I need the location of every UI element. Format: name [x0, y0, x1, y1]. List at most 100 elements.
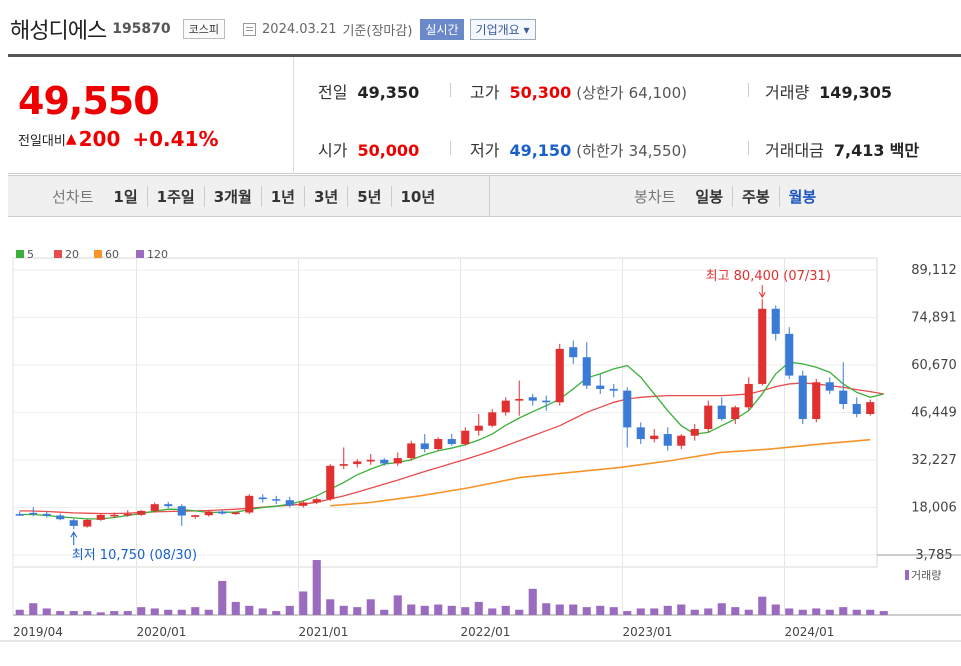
candle-body: [42, 513, 51, 516]
candle-body: [380, 459, 389, 464]
candle-body: [447, 439, 456, 445]
line-chart-label: 선차트: [52, 187, 94, 206]
candle-body: [177, 506, 186, 516]
stock-code: 195870: [112, 21, 171, 37]
volume-bar: [515, 609, 524, 615]
candle-chart-tabs: 봉차트 일봉 주봉 월봉: [634, 176, 825, 216]
volume-bar: [839, 607, 848, 615]
change-label: 전일대비: [18, 133, 66, 149]
x-tick-label: 2022/01: [461, 625, 511, 639]
volume-bar: [56, 611, 65, 615]
lower-limit-label: (하한가: [576, 142, 624, 160]
tab-line-5y[interactable]: 5년: [347, 185, 390, 207]
candle-body: [825, 382, 834, 391]
candle-body: [56, 515, 65, 520]
candle-body: [528, 397, 537, 401]
quote-panel: 49,550 전일대비 ▲ 200 +0.41% 전일 49,350 고가 50,3…: [8, 57, 961, 174]
volume-bar: [771, 604, 780, 615]
volume-bar: [582, 607, 591, 615]
line-chart-tabs: 선차트 1일 1주일 3개월 1년 3년 5년 10년: [52, 176, 444, 216]
volume-bar: [636, 608, 645, 615]
candle-body: [852, 403, 861, 414]
low-value: 49,150: [509, 141, 572, 160]
y-tick-label: 74,891: [911, 311, 957, 326]
y-tick-label: 32,227: [911, 453, 957, 468]
separator: [450, 141, 451, 155]
tab-line-3m[interactable]: 3개월: [203, 185, 261, 207]
volume-bar: [866, 609, 875, 615]
legend-swatch: [16, 250, 24, 258]
candle-body: [204, 511, 213, 516]
candle-body: [150, 504, 159, 511]
separator: [748, 141, 749, 155]
tab-line-1d[interactable]: 1일: [113, 186, 146, 207]
tab-line-1w[interactable]: 1주일: [146, 185, 204, 207]
tab-divider: [489, 176, 490, 216]
realtime-button[interactable]: 실시간: [420, 18, 464, 40]
x-tick-label: 2020/01: [137, 625, 187, 639]
volume-label: 거래량: [765, 83, 810, 102]
candle-body: [407, 443, 416, 459]
volume-bar: [137, 607, 146, 615]
volume-bar: [785, 608, 794, 615]
tab-line-1y[interactable]: 1년: [260, 185, 304, 207]
volume-bar: [123, 611, 132, 615]
volume-bar: [555, 604, 564, 615]
tab-line-3y[interactable]: 3년: [304, 185, 347, 207]
volume-bar: [798, 609, 807, 615]
legend-label: 20: [65, 248, 79, 261]
volume-bar: [434, 604, 443, 615]
volume-bar: [488, 608, 497, 615]
max-annotation: 최고 80,400 (07/31): [706, 269, 831, 284]
candle-body: [258, 497, 267, 500]
candle-body: [542, 400, 551, 403]
volume-bar: [245, 605, 254, 615]
candle-body: [636, 427, 645, 440]
tab-weekly[interactable]: 주봉: [732, 185, 779, 207]
candle-body: [663, 434, 672, 446]
upper-limit-label: (상한가: [576, 84, 624, 102]
volume-bar: [110, 611, 119, 615]
volume-bar: [690, 609, 699, 615]
candle-body: [69, 520, 78, 526]
candle-body: [245, 495, 254, 513]
price-change: 전일대비 ▲ 200 +0.41%: [18, 127, 219, 151]
volume-bar: [447, 605, 456, 615]
trade-amount: 거래대금 7,413 백만: [765, 137, 919, 161]
candle-body: [771, 308, 780, 334]
volume-bar: [15, 609, 24, 615]
volume-bar: [366, 599, 375, 615]
volume-bar: [825, 609, 834, 615]
y-tick-label: 18,006: [911, 501, 957, 516]
candle-body: [191, 515, 200, 517]
volume-bar: [164, 609, 173, 615]
company-overview-button[interactable]: 기업개요 ▾: [469, 18, 536, 40]
change-amount: 200: [78, 127, 121, 151]
volume-bar: [393, 595, 402, 615]
separator: [748, 83, 749, 97]
y-tick-label: 60,670: [911, 358, 957, 373]
volume-bar: [218, 580, 227, 615]
volume-bar: [596, 605, 605, 615]
amount-label: 거래대금: [765, 141, 824, 160]
tab-line-10y[interactable]: 10년: [390, 185, 445, 207]
volume-bar: [758, 596, 767, 615]
candle-body: [690, 429, 699, 436]
change-rate: +0.41%: [132, 127, 219, 151]
upper-limit-value: 64,100): [628, 84, 687, 102]
prev-close-label: 전일: [318, 83, 348, 102]
volume-bar: [380, 609, 389, 615]
stock-name: 해성디에스: [10, 19, 107, 44]
x-tick-label: 2021/01: [299, 625, 349, 639]
candle-body: [96, 514, 105, 520]
candle-body: [785, 333, 794, 376]
candle-chart-label: 봉차트: [634, 187, 676, 206]
high-value: 50,300: [509, 83, 572, 102]
volume-bar: [623, 611, 632, 615]
volume-bar: [461, 607, 470, 615]
low-label: 저가: [470, 141, 500, 160]
tab-daily[interactable]: 일봉: [695, 186, 732, 207]
tab-monthly[interactable]: 월봉: [778, 185, 826, 207]
calendar-icon: [243, 22, 257, 36]
company-overview-label: 기업개요: [475, 22, 520, 37]
